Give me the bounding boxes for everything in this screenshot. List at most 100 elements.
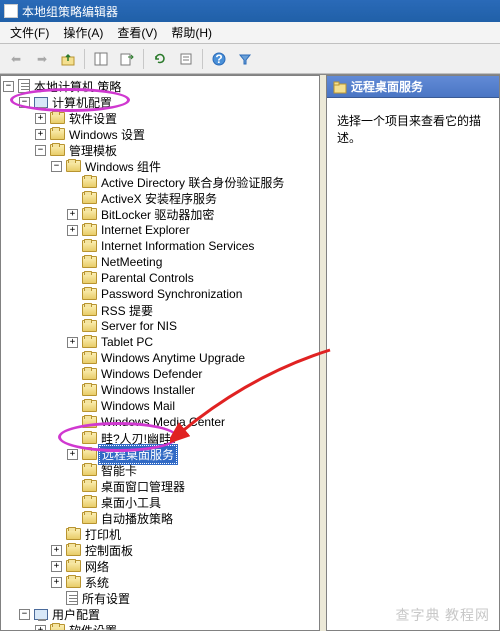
expand-icon[interactable]: + [51,577,62,588]
tree-label: 管理模板 [67,142,119,159]
menu-help[interactable]: 帮助(H) [165,22,218,43]
toolbar-export[interactable] [115,47,139,71]
tree-item-media-center[interactable]: Windows Media Center [67,414,319,430]
expand-icon[interactable]: + [35,625,46,631]
tree-admin-templates[interactable]: − 管理模板 [35,142,319,158]
tree-network[interactable]: +网络 [51,558,319,574]
tree-item-bitlocker[interactable]: +BitLocker 驱动器加密 [67,206,319,222]
tree-item-autoplay[interactable]: 自动播放策略 [67,510,319,526]
tree-item-defender[interactable]: Windows Defender [67,366,319,382]
folder-icon [82,432,97,444]
expand-icon[interactable]: + [51,561,62,572]
expand-icon[interactable]: + [67,337,78,348]
computer-icon [34,97,48,108]
tree-label: 计算机配置 [50,94,114,111]
folder-icon [82,272,97,284]
tree-all-settings[interactable]: 所有设置 [51,590,319,606]
toolbar-forward[interactable]: ➡ [30,47,54,71]
tree-item-adfs[interactable]: Active Directory 联合身份验证服务 [67,174,319,190]
tree-label: 用户配置 [50,606,102,623]
folder-icon [82,496,97,508]
folder-icon [82,336,97,348]
folder-icon [50,128,65,140]
tree-u-software[interactable]: + 软件设置 [35,622,319,631]
tree-system[interactable]: + 系统 [51,574,319,590]
tree-item-gadgets[interactable]: 桌面小工具 [67,494,319,510]
refresh-icon [153,52,167,66]
folder-icon [82,512,97,524]
menu-action[interactable]: 操作(A) [57,22,109,43]
folder-icon [66,160,81,172]
folder-icon [82,368,97,380]
tree-label: RSS 提要 [99,302,155,319]
tree-item-rss[interactable]: RSS 提要 [67,302,319,318]
toolbar-up[interactable] [56,47,80,71]
tree-windows-settings[interactable]: + Windows 设置 [35,126,319,142]
tree-root[interactable]: − 本地计算机 策略 [3,78,319,94]
tree-printers[interactable]: 打印机 [51,526,319,542]
menu-file[interactable]: 文件(F) [4,22,55,43]
tree-software-settings[interactable]: +软件设置 [35,110,319,126]
tree-label: 打印机 [83,526,123,543]
tree-item-parental[interactable]: Parental Controls [67,270,319,286]
tree-control-panel[interactable]: +控制面板 [51,542,319,558]
tree-computer-config[interactable]: − 计算机配置 [19,94,319,110]
folder-icon [82,400,97,412]
folder-icon [82,240,97,252]
tree-item-window-mgr[interactable]: 桌面窗口管理器 [67,478,319,494]
tree-item-pwdsync[interactable]: Password Synchronization [67,286,319,302]
collapse-icon[interactable]: − [51,161,62,172]
tree-label: Windows 设置 [67,126,147,143]
app-icon [4,4,18,18]
collapse-icon[interactable]: − [19,609,30,620]
tree-item-netmeeting[interactable]: NetMeeting [67,254,319,270]
expand-icon[interactable]: + [67,209,78,220]
expand-icon[interactable]: + [67,225,78,236]
tree-windows-components[interactable]: −Windows 组件 [51,158,319,174]
toolbar-properties[interactable] [174,47,198,71]
tree-item-anytime[interactable]: Windows Anytime Upgrade [67,350,319,366]
tree-list-icon [94,52,108,66]
filter-icon [238,52,252,66]
toolbar-back[interactable]: ⬅ [4,47,28,71]
tree-label: Parental Controls [99,271,196,285]
collapse-icon[interactable]: − [3,81,14,92]
tree-item-mail[interactable]: Windows Mail [67,398,319,414]
window-titlebar: 本地组策略编辑器 [0,0,500,22]
toolbar-filter[interactable] [233,47,257,71]
tree-item-installer[interactable]: Windows Installer [67,382,319,398]
toolbar-show-hide[interactable] [89,47,113,71]
toolbar-help[interactable]: ? [207,47,231,71]
folder-icon [82,416,97,428]
tree-user-config[interactable]: − 用户配置 [19,606,319,622]
tree-item-smartcard[interactable]: 智能卡 [67,462,319,478]
tree-pane[interactable]: − 本地计算机 策略 − 计算机配置 + 软件设置 + Windows 设置 [0,75,320,631]
tree-label: Windows Anytime Upgrade [99,351,247,365]
folder-icon [82,256,97,268]
tree-item-rds[interactable]: +远程桌面服务 [67,446,319,462]
menu-view[interactable]: 查看(V) [111,22,163,43]
folder-icon [82,448,97,460]
tree-item-ie[interactable]: +Internet Explorer [67,222,319,238]
menu-bar: 文件(F) 操作(A) 查看(V) 帮助(H) [0,22,500,44]
tree-item-activex[interactable]: ActiveX 安装程序服务 [67,190,319,206]
properties-icon [179,52,193,66]
policy-icon [18,79,30,93]
tree-item-nis[interactable]: Server for NIS [67,318,319,334]
expand-icon[interactable]: + [35,113,46,124]
collapse-icon[interactable]: − [19,97,30,108]
tree-label: ActiveX 安装程序服务 [99,190,219,207]
tree-label: 软件设置 [67,622,119,631]
expand-icon[interactable]: + [35,129,46,140]
toolbar-refresh[interactable] [148,47,172,71]
collapse-icon[interactable]: − [35,145,46,156]
tree-label: 系统 [83,574,111,591]
expand-icon[interactable]: + [67,449,78,460]
export-list-icon [120,52,134,66]
tree-item-tablet[interactable]: +Tablet PC [67,334,319,350]
folder-icon [50,112,65,124]
tree-item-iis[interactable]: Internet Information Services [67,238,319,254]
expand-icon[interactable]: + [51,545,62,556]
folder-icon [66,544,81,556]
toolbar-sep [202,49,203,69]
